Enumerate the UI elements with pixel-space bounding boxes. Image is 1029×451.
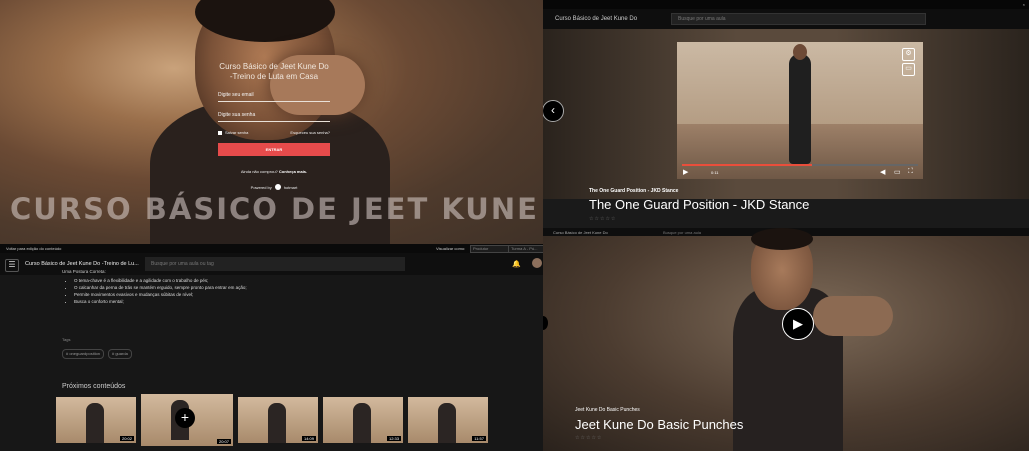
- video-title: Jeet Kune Do Basic Punches: [575, 417, 744, 432]
- play-icon[interactable]: ▶: [683, 168, 688, 176]
- powered-brand: hotmart: [283, 184, 298, 190]
- next-content-heading: Próximos conteúdos: [62, 383, 126, 390]
- breadcrumb[interactable]: Curso Básico de Jeet Kune Do: [553, 230, 608, 235]
- duration-badge: 20:02: [119, 436, 134, 441]
- duration-badge: 14:09: [301, 436, 316, 441]
- video-header: Curso Básico de Jeet Kune Do Busque por …: [543, 9, 1029, 29]
- next-video-thumb[interactable]: 14:09: [238, 397, 318, 443]
- tag-guarda[interactable]: # guarda: [108, 349, 132, 359]
- video-player[interactable]: ⚙ ▭ ▶ 0:11 ◀ ▭ ⛶: [677, 42, 923, 179]
- duration-badge: 11:57: [472, 436, 486, 441]
- video-subtitle: Jeet Kune Do Basic Punches: [575, 407, 640, 413]
- remember-checkbox[interactable]: Salvar senha: [218, 130, 248, 135]
- thumb-person: [86, 403, 104, 443]
- rating-stars[interactable]: ☆☆☆☆☆: [589, 216, 616, 222]
- browser-bar: ×: [543, 0, 1029, 9]
- remember-label: Salvar senha: [225, 130, 249, 135]
- login-screen: Curso Básico de Jeet Kune Do -Treino de …: [0, 0, 543, 244]
- player-controls: ▶ 0:11 ◀ ▭ ⛶: [677, 163, 923, 179]
- forgot-password-link[interactable]: Esqueceu sua senha?: [290, 130, 330, 135]
- back-arrow-icon[interactable]: ‹: [543, 100, 564, 122]
- lesson-bullets: O tema-chave é a flexibilidade e a agili…: [64, 277, 247, 305]
- powered-label: Powered by: [250, 184, 272, 190]
- login-button[interactable]: ENTRAR: [218, 143, 330, 156]
- login-panel: Curso Básico de Jeet Kune Do -Treino de …: [218, 62, 330, 190]
- checkbox-icon: [218, 130, 222, 135]
- edit-bar: Voltar para edição do conteúdo Visualiza…: [0, 244, 543, 253]
- avatar[interactable]: [532, 258, 542, 268]
- video-person-hair: [751, 228, 813, 250]
- tag-oneguardposition[interactable]: # oneguardposition: [62, 349, 105, 359]
- video-person-arm: [813, 296, 893, 336]
- tags-label: Tags: [62, 337, 71, 342]
- course-title: Curso Básico de Jeet Kune Do -Treino de …: [219, 62, 329, 81]
- video-title: The One Guard Position - JKD Stance: [589, 197, 810, 212]
- thumb-person: [268, 403, 286, 443]
- course-screen: Voltar para edição do conteúdo Visualiza…: [0, 244, 543, 451]
- captions-icon[interactable]: ▭: [894, 168, 901, 176]
- time-display: 0:11: [711, 170, 719, 175]
- menu-icon[interactable]: ☰: [5, 259, 19, 272]
- next-video-thumb[interactable]: +20:07: [141, 394, 233, 446]
- signup-prefix: Ainda não comprou?: [240, 169, 278, 174]
- banner-title: CURSO BÁSICO DE JEET KUNE DO: [10, 192, 543, 226]
- settings-icon[interactable]: ⚙: [902, 48, 915, 61]
- close-icon[interactable]: ×: [1023, 2, 1025, 7]
- duration-badge: 12:33: [386, 436, 401, 441]
- signup-link[interactable]: Conheça mais.: [279, 169, 307, 174]
- fullscreen-icon[interactable]: ⛶: [908, 168, 913, 176]
- play-icon[interactable]: ▶: [782, 308, 814, 340]
- video-person-head: [793, 44, 807, 60]
- bell-icon[interactable]: 🔔: [512, 260, 521, 268]
- view-as-select[interactable]: Produtor: [470, 245, 510, 253]
- search-input[interactable]: Busque por uma aula ou tag: [145, 257, 405, 271]
- lesson-heading: Uma Postura Correta:: [62, 269, 106, 274]
- list-item: O tema-chave é a flexibilidade e a agili…: [74, 277, 247, 284]
- search-input[interactable]: Busque por uma aula: [671, 13, 926, 25]
- email-field[interactable]: Digite seu email: [218, 92, 330, 102]
- next-video-thumb[interactable]: 20:02: [56, 397, 136, 443]
- list-item: Busca o conforto mental;: [74, 298, 247, 305]
- next-video-thumb[interactable]: 11:57: [408, 397, 488, 443]
- breadcrumb[interactable]: Curso Básico de Jeet Kune Do: [555, 16, 637, 22]
- class-select[interactable]: Turma A - Pú...: [508, 245, 543, 253]
- next-video-thumb[interactable]: 12:33: [323, 397, 403, 443]
- password-field[interactable]: Digite sua senha: [218, 112, 330, 122]
- list-item: O calcanhar da perna de trás se mantém e…: [74, 284, 247, 291]
- search-input[interactable]: Busque por uma aula: [663, 230, 701, 235]
- hotmart-logo-icon: [274, 184, 281, 190]
- course-title: Curso Básico de Jeet Kune Do -Treino de …: [25, 261, 139, 267]
- video-screen: × Curso Básico de Jeet Kune Do Busque po…: [543, 0, 1029, 228]
- signup-text: Ainda não comprou? Conheça mais.: [218, 169, 330, 174]
- back-to-edit-link[interactable]: Voltar para edição do conteúdo: [6, 246, 61, 251]
- video-card-screen: Curso Básico de Jeet Kune Do Busque por …: [543, 228, 1029, 451]
- volume-icon[interactable]: ◀: [880, 168, 885, 176]
- rating-stars[interactable]: ☆☆☆☆☆: [575, 435, 602, 441]
- view-as-label: Visualizar como:: [436, 246, 466, 251]
- list-item: Permite movimentos evasivos e mudanças s…: [74, 291, 247, 298]
- thumb-person: [438, 403, 456, 443]
- video-subtitle: The One Guard Position - JKD Stance: [589, 188, 679, 194]
- powered-by: Powered by hotmart: [218, 184, 330, 190]
- thumb-person: [353, 403, 371, 443]
- add-icon[interactable]: +: [175, 408, 195, 428]
- cast-icon[interactable]: ▭: [902, 63, 915, 76]
- video-person: [789, 54, 811, 164]
- prev-arrow-icon[interactable]: [543, 316, 548, 330]
- duration-badge: 20:07: [216, 439, 231, 444]
